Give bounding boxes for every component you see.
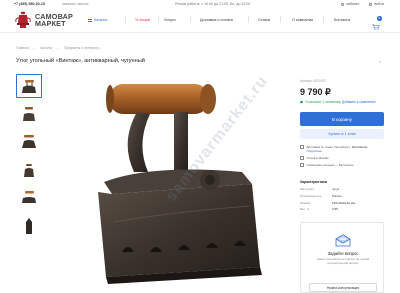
compare-link[interactable]: Добавить к сравнению bbox=[342, 100, 376, 104]
product-sku: Артикул: КЗЛ-057 bbox=[300, 79, 326, 83]
breadcrumb: Главная — Каталог — Предметы и интерьер.… bbox=[16, 46, 101, 50]
spec-row: Материал чугун bbox=[300, 187, 340, 191]
buy-one-click-button[interactable]: Купить в 1 клик bbox=[300, 129, 384, 139]
nav-sale[interactable]: % Акции bbox=[135, 18, 150, 22]
working-hours: Режим работы: с 10:00 до 21:00, Вс. до 1… bbox=[175, 2, 251, 6]
nav-divider bbox=[248, 16, 249, 23]
cart-count-badge: 0 bbox=[377, 16, 382, 21]
iron-thumbnail-icon bbox=[23, 107, 35, 121]
iron-thumbnail-icon bbox=[26, 218, 32, 234]
thumbnail-4[interactable] bbox=[16, 158, 42, 182]
stock-status: В наличии: 1 экземпляр bbox=[300, 100, 341, 104]
samovar-logo-icon bbox=[15, 11, 31, 28]
nav-delivery[interactable]: Доставка и оплата bbox=[200, 18, 233, 22]
main-nav: Каталог % Акции Услуги Доставка и оплата… bbox=[80, 14, 385, 26]
header-divider bbox=[0, 32, 400, 33]
question-title: Задайте вопрос bbox=[327, 251, 359, 256]
cart-button[interactable]: 0 bbox=[372, 16, 384, 30]
callback-link[interactable]: заказать звонок bbox=[62, 2, 88, 6]
add-to-cart-button[interactable]: В корзину bbox=[300, 112, 384, 126]
nav-contacts[interactable]: Контакты bbox=[334, 18, 350, 22]
envelope-icon bbox=[335, 234, 351, 247]
nav-services[interactable]: Услуги bbox=[164, 18, 176, 22]
spec-row: Производитель Россия bbox=[300, 193, 342, 198]
user-icon bbox=[341, 2, 345, 6]
thumbnail-5[interactable] bbox=[16, 186, 42, 210]
account-link[interactable]: кабинет bbox=[341, 2, 359, 6]
breadcrumb-catalog[interactable]: Каталог bbox=[40, 46, 52, 50]
thumbnail-1[interactable] bbox=[16, 74, 42, 98]
shield-icon bbox=[300, 156, 304, 160]
nav-divider bbox=[190, 16, 191, 23]
nav-divider bbox=[125, 16, 126, 23]
share-icon[interactable]: < bbox=[379, 59, 384, 64]
nav-divider bbox=[323, 16, 324, 23]
cart-icon bbox=[372, 24, 380, 30]
consultation-button[interactable]: Нужна консультация bbox=[309, 283, 377, 292]
menu-icon bbox=[88, 18, 92, 22]
ask-question-box: Задайте вопрос Наши специалисты ответят … bbox=[300, 222, 384, 293]
specs-list: Материал чугун Производитель Россия Размер… bbox=[300, 187, 390, 214]
breadcrumb-home[interactable]: Главная bbox=[16, 46, 29, 50]
nav-divider bbox=[158, 16, 159, 23]
question-description: Наши специалисты ответят на любой интере… bbox=[316, 257, 370, 265]
product-price: 9 790 ₽ bbox=[300, 87, 331, 97]
site-logo[interactable]: САМОВАР МАРКЕТ bbox=[14, 9, 76, 31]
in-stock-icon bbox=[300, 100, 303, 104]
spec-row: Вес, кг 3,55 bbox=[300, 207, 338, 212]
page-title: Утюг угольный «Винтаж», антикварный, чуг… bbox=[16, 58, 145, 64]
thumbnail-6[interactable] bbox=[16, 214, 42, 238]
nav-divider bbox=[280, 16, 281, 23]
iron-thumbnail-icon bbox=[22, 191, 36, 203]
breadcrumb-separator: — bbox=[32, 46, 37, 50]
delivery-info: Доставим по Санкт-Петербургу: бесплатно … bbox=[300, 145, 390, 170]
truck-icon bbox=[300, 145, 304, 149]
thumbnail-3[interactable] bbox=[16, 130, 42, 154]
nav-about[interactable]: О компании bbox=[292, 18, 313, 22]
pickup-text: Самовывоз сегодня — Бесплатно bbox=[306, 163, 354, 168]
delivery-details-link[interactable]: Подробнее bbox=[307, 149, 323, 153]
breadcrumb-category[interactable]: Предметы и интерьер... bbox=[64, 46, 101, 50]
store-icon bbox=[300, 163, 304, 167]
iron-thumbnail-icon bbox=[24, 164, 34, 177]
nav-articles[interactable]: Статьи bbox=[258, 18, 270, 22]
nav-catalog[interactable]: Каталог bbox=[88, 18, 108, 22]
login-icon bbox=[369, 2, 373, 6]
iron-thumbnail-icon bbox=[22, 135, 36, 148]
phone-number[interactable]: +7 (495) 580-30-15 bbox=[14, 2, 45, 6]
guarantee-text: Отзыв в Москве bbox=[306, 156, 329, 161]
logo-text: САМОВАР МАРКЕТ bbox=[35, 11, 73, 28]
thumbnail-2[interactable] bbox=[16, 102, 42, 126]
specs-title: Характеристики bbox=[300, 180, 327, 184]
iron-thumbnail-icon bbox=[22, 80, 36, 93]
login-link[interactable]: войти bbox=[369, 2, 384, 6]
spec-row: Размер 125х190х140 мм bbox=[300, 200, 355, 205]
delivery-free: бесплатно bbox=[351, 145, 368, 149]
breadcrumb-separator: — bbox=[56, 46, 61, 50]
